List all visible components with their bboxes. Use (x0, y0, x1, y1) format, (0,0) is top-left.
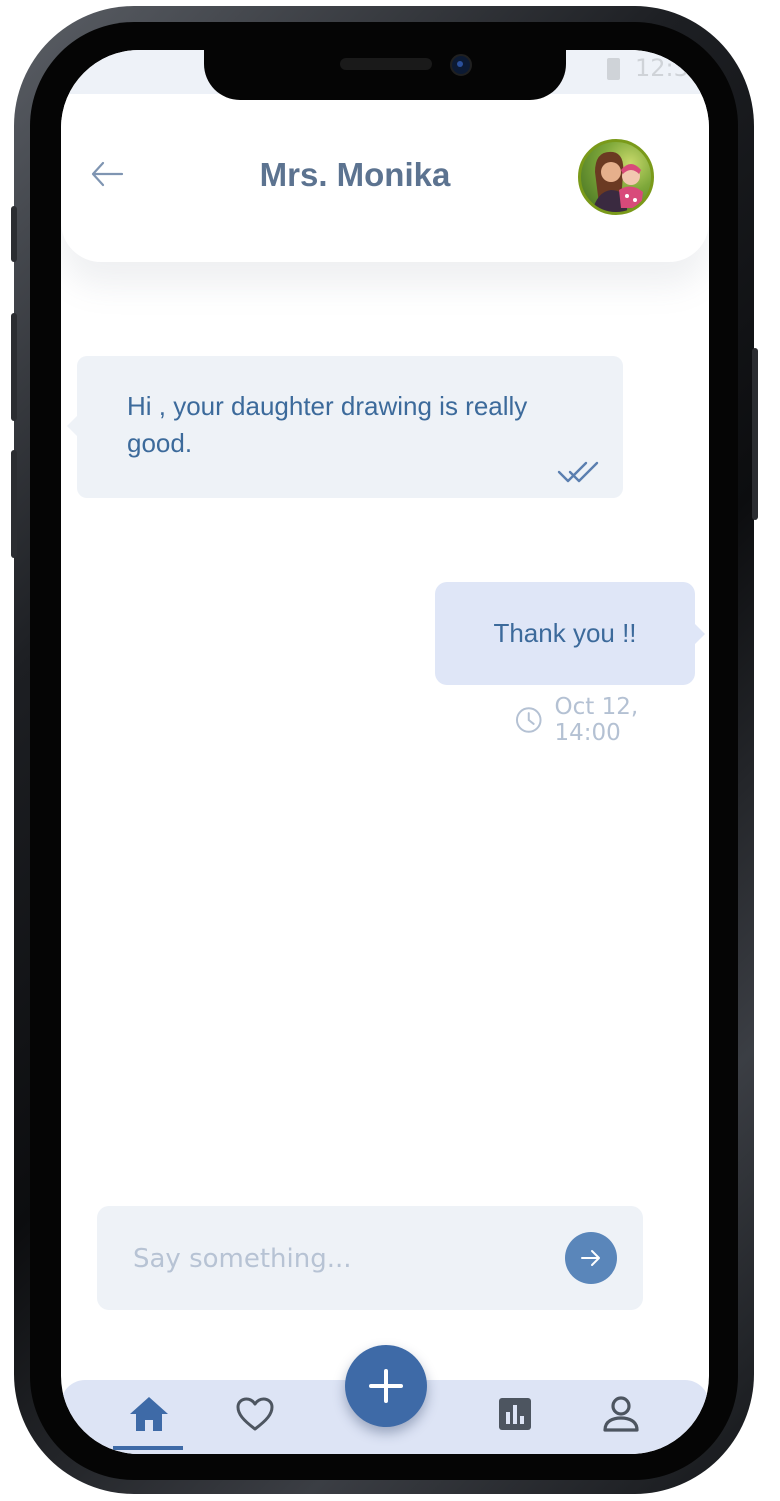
double-check-icon (557, 461, 599, 483)
bar-chart-icon (499, 1398, 531, 1430)
add-icon (369, 1369, 403, 1403)
nav-profile[interactable] (593, 1390, 649, 1438)
incoming-message[interactable]: Hi , your daughter drawing is really goo… (67, 356, 623, 498)
volume-up-button (11, 313, 17, 421)
nav-stats[interactable] (487, 1390, 543, 1438)
timestamp-text: Oct 12, 14:00 (554, 694, 639, 746)
status-time: 12:30 (635, 54, 705, 82)
incoming-message-text: Hi , your daughter drawing is really goo… (127, 391, 528, 458)
contact-name: Mrs. Monika (259, 156, 451, 193)
nav-home[interactable] (121, 1390, 177, 1438)
heart-icon (236, 1397, 274, 1431)
clock-icon (515, 707, 542, 733)
battery-icon (607, 58, 620, 80)
nav-favorites[interactable] (227, 1390, 283, 1438)
outgoing-message-text: Thank you !! (493, 618, 637, 648)
contact-avatar[interactable] (578, 139, 654, 215)
speaker-grille (340, 58, 432, 70)
app-screen: 12:30 Mrs. Monika Hi , your daughter dra… (61, 50, 709, 1454)
add-button[interactable] (345, 1345, 427, 1427)
active-tab-indicator (113, 1446, 183, 1450)
silent-switch (11, 206, 17, 262)
profile-icon (603, 1396, 639, 1432)
message-input[interactable] (131, 1236, 555, 1282)
message-timestamp: Oct 12, 14:00 (515, 694, 709, 746)
front-camera (450, 54, 472, 76)
outgoing-message[interactable]: Thank you !! (435, 582, 705, 685)
send-button[interactable] (565, 1232, 617, 1284)
send-arrow-icon (581, 1250, 600, 1266)
message-composer (97, 1206, 643, 1310)
home-icon (130, 1397, 168, 1431)
notch (204, 50, 566, 100)
power-button (752, 348, 758, 520)
volume-down-button (11, 450, 17, 558)
